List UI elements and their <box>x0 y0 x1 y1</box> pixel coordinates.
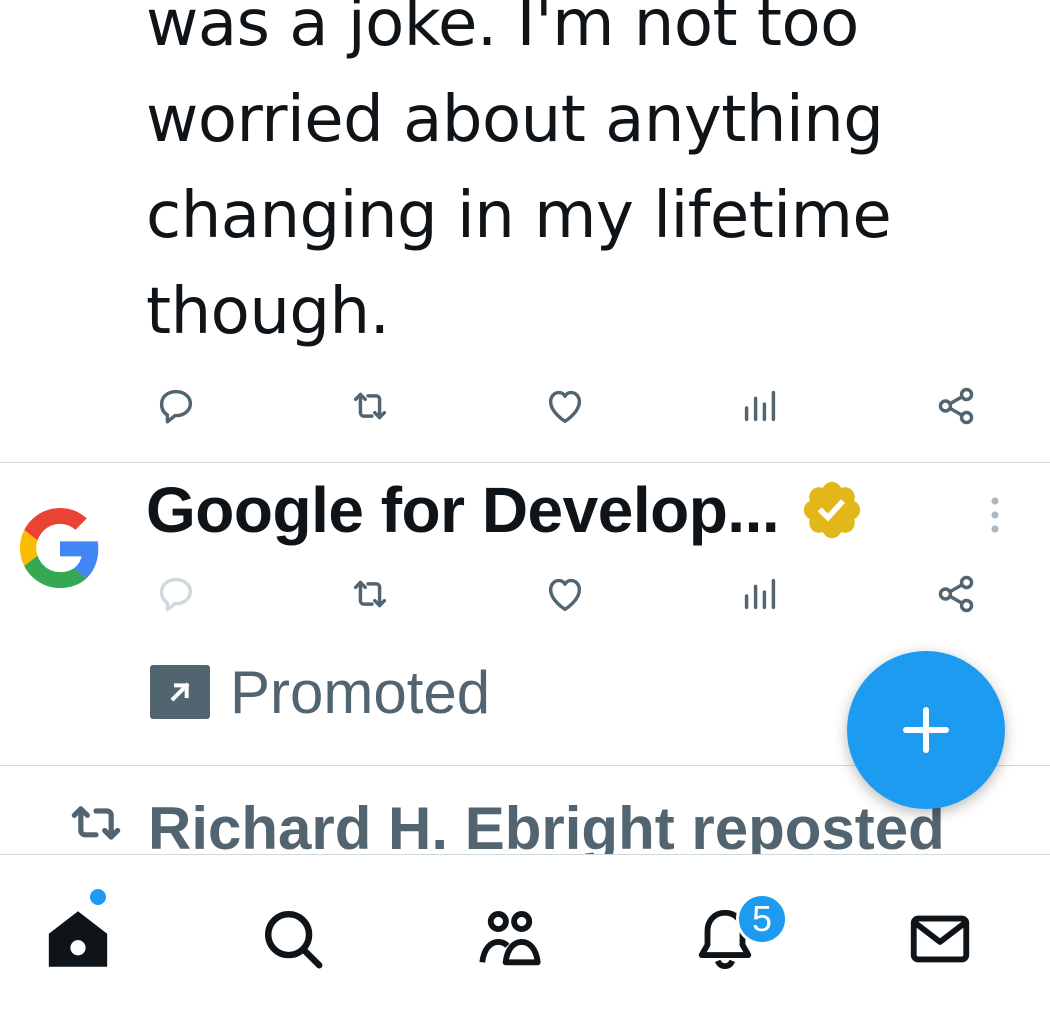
views-button[interactable] <box>730 376 790 436</box>
reply-button[interactable] <box>146 564 206 624</box>
messages-icon <box>910 915 970 963</box>
views-icon <box>744 578 776 610</box>
like-icon <box>548 390 582 424</box>
promoted-arrow-icon <box>150 665 210 719</box>
reply-icon <box>159 389 193 424</box>
nav-home[interactable] <box>38 899 118 979</box>
nav-search[interactable] <box>253 899 333 979</box>
repost-icon <box>353 392 387 420</box>
like-button[interactable] <box>535 376 595 436</box>
repost-icon <box>71 806 121 840</box>
ad-tweet-actions <box>146 564 986 624</box>
repost-button[interactable] <box>340 376 400 436</box>
plus-icon <box>903 707 949 753</box>
more-options-button[interactable] <box>975 490 1015 540</box>
share-icon <box>938 387 974 425</box>
views-button[interactable] <box>730 564 790 624</box>
share-button[interactable] <box>926 564 986 624</box>
reply-button[interactable] <box>146 376 206 436</box>
like-button[interactable] <box>535 564 595 624</box>
home-icon <box>48 911 108 967</box>
compose-post-button[interactable] <box>847 651 1005 809</box>
ad-author-name[interactable]: Google for Develop... <box>146 473 780 547</box>
reply-icon <box>159 577 193 612</box>
divider <box>0 462 1050 463</box>
home-unread-dot <box>90 889 106 905</box>
ad-author-row: Google for Develop... <box>146 470 865 550</box>
google-logo[interactable] <box>20 508 100 588</box>
search-icon <box>265 911 323 969</box>
like-icon <box>548 578 582 612</box>
repost-button[interactable] <box>340 564 400 624</box>
nav-communities[interactable] <box>470 899 550 979</box>
tweet-text: was a joke. I'm not too worried about an… <box>146 0 892 349</box>
promoted-row: Promoted <box>150 658 491 726</box>
communities-icon <box>479 911 541 966</box>
gold-verified-icon <box>803 481 861 539</box>
repost-icon <box>353 580 387 608</box>
nav-messages[interactable] <box>900 899 980 979</box>
share-icon <box>938 575 974 613</box>
repost-notice-text[interactable]: Richard H. Ebright reposted <box>148 794 945 854</box>
notifications-badge: 5 <box>736 893 788 945</box>
share-button[interactable] <box>926 376 986 436</box>
promoted-label: Promoted <box>230 658 491 726</box>
bottom-nav: 5 <box>0 854 1050 1013</box>
more-vertical-icon <box>991 497 999 533</box>
views-icon <box>744 390 776 422</box>
tweet-actions <box>146 376 986 436</box>
